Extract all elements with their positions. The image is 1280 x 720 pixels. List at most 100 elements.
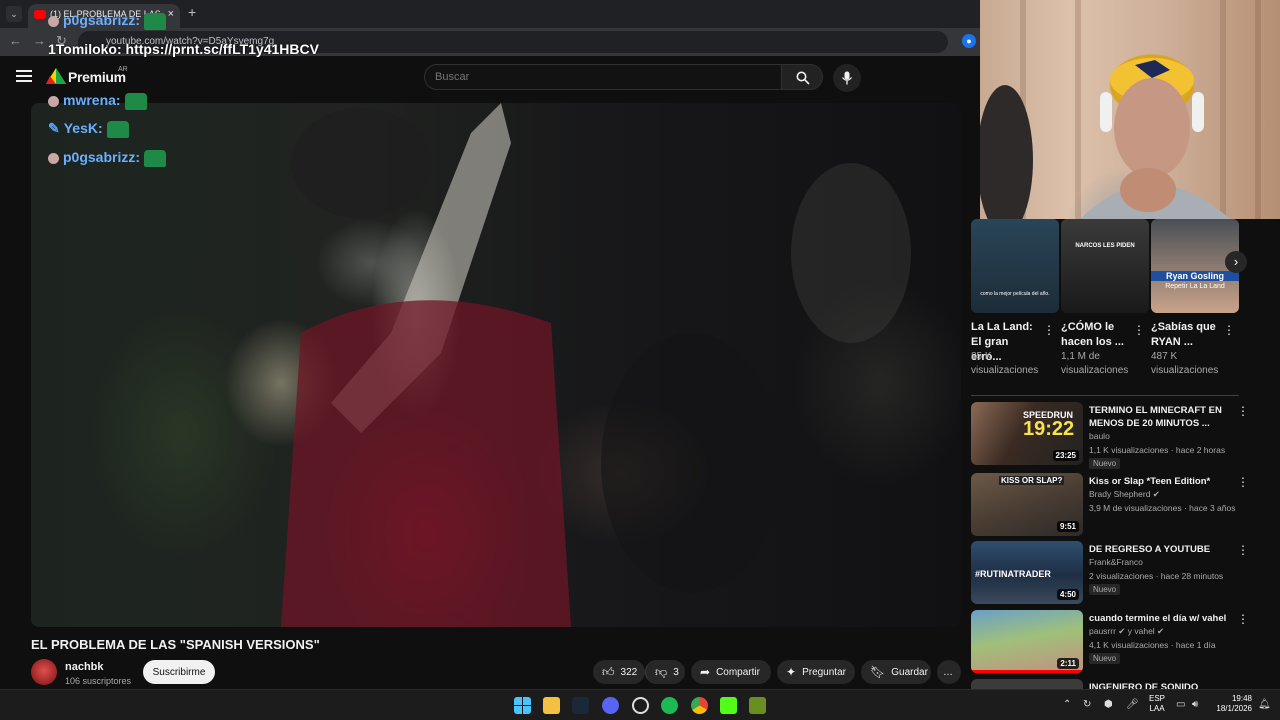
thumbs-up-icon: 👍︎ — [602, 664, 615, 679]
channel-avatar[interactable] — [31, 659, 57, 685]
video-thumbnail[interactable]: KISS OR SLAP? 9:51 — [971, 473, 1083, 536]
chat-avatar-icon — [48, 15, 59, 27]
search-input[interactable] — [424, 64, 782, 90]
menu-icon[interactable] — [16, 70, 32, 82]
dislike-button[interactable]: 👎︎ 3 — [645, 660, 685, 684]
like-count: 322 — [620, 666, 638, 678]
minecraft-icon[interactable] — [749, 697, 766, 714]
video-meta: 2 visualizaciones · hace 28 minutos — [1089, 571, 1224, 581]
language-indicator[interactable]: ESP LAA — [1149, 694, 1165, 714]
youtube-premium-logo-icon[interactable] — [46, 68, 66, 84]
new-badge: Nuevo — [1089, 458, 1121, 469]
search-button[interactable] — [781, 64, 823, 90]
video-thumbnail[interactable]: 2:11 — [971, 610, 1083, 673]
short-more-icon[interactable]: ⋮ — [1133, 323, 1145, 337]
chat-message: ✎ YesK: — [48, 120, 129, 138]
more-options-icon[interactable]: ⋮ — [1237, 404, 1249, 418]
file-explorer-icon[interactable] — [543, 697, 560, 714]
duration-badge: 4:50 — [1056, 589, 1079, 600]
share-icon: ➦ — [700, 665, 711, 679]
video-frame — [281, 103, 911, 627]
spotify-icon[interactable] — [661, 697, 678, 714]
chat-username: YesK: — [63, 120, 103, 136]
video-player[interactable] — [31, 103, 961, 627]
obs-icon[interactable] — [632, 697, 649, 714]
short-thumbnail[interactable]: como la mejor película del año. — [971, 219, 1059, 313]
more-options-icon[interactable]: ⋮ — [1237, 612, 1249, 626]
forward-arrow-icon[interactable]: → — [33, 33, 46, 48]
more-actions-button[interactable]: … — [937, 660, 961, 684]
voice-search-button[interactable] — [833, 64, 861, 92]
security-icon[interactable]: ⬢ — [1104, 699, 1113, 710]
video-thumbnail[interactable] — [971, 679, 1083, 689]
video-thumbnail[interactable]: SPEEDRUN 19:22 23:25 — [971, 402, 1083, 465]
more-options-icon[interactable]: ⋮ — [1237, 475, 1249, 489]
webcam-person — [980, 58, 1230, 219]
short-thumbnail[interactable]: NARCOS LES PIDEN — [1061, 219, 1149, 313]
video-title: INGENIERO DE SONIDO — [1089, 682, 1199, 689]
more-options-icon[interactable]: ⋮ — [1237, 543, 1249, 557]
chat-avatar-icon — [48, 152, 59, 164]
microphone-tray-icon[interactable]: 🎤︎ — [1126, 699, 1139, 710]
chrome-icon[interactable] — [691, 697, 708, 714]
recommended-video[interactable]: SPEEDRUN 19:22 23:25 TERMINO EL MINECRAF… — [971, 402, 1261, 469]
discord-icon[interactable] — [602, 697, 619, 714]
short-caption: NARCOS LES PIDEN — [1075, 243, 1135, 249]
kick-icon[interactable] — [720, 697, 737, 714]
tab-close-icon[interactable]: × — [168, 8, 174, 20]
recommended-video[interactable]: 2:11 cuando termine el día w/ vahel paus… — [971, 610, 1261, 674]
bookmark-icon: 🔖︎ — [870, 665, 886, 679]
new-badge: Nuevo — [1089, 584, 1121, 595]
recommended-video[interactable]: KISS OR SLAP? 9:51 Kiss or Slap *Teen Ed… — [971, 473, 1261, 537]
extension-icon[interactable]: ● — [962, 34, 976, 48]
short-more-icon[interactable]: ⋮ — [1223, 323, 1235, 337]
tab-search-button[interactable]: ⌄ — [6, 6, 22, 22]
ask-button[interactable]: ✦ Preguntar — [777, 660, 855, 684]
language-code: ESP — [1149, 694, 1166, 703]
chat-username: p0gsabrizz: — [63, 12, 141, 28]
chevron-up-icon[interactable]: ⌃ — [1063, 699, 1071, 710]
video-title: cuando termine el día w/ vahel — [1089, 613, 1227, 624]
chat-message: p0gsabrizz: — [48, 12, 167, 30]
sync-icon[interactable]: ↻ — [1083, 699, 1091, 710]
subscriber-count: 106 suscriptores — [65, 676, 132, 686]
chat-message: 1Tomiloko: https://prnt.sc/ffLT1y41HBCV — [48, 41, 319, 57]
recommended-video[interactable]: INGENIERO DE SONIDO — [971, 679, 1261, 689]
sidebar: como la mejor película del año. La La La… — [961, 219, 1280, 689]
channel-name[interactable]: nachbk — [65, 661, 104, 673]
video-thumbnail[interactable]: #RUTINATRADER 4:50 — [971, 541, 1083, 604]
duration-badge: 9:51 — [1056, 521, 1079, 532]
new-tab-button[interactable]: + — [188, 4, 196, 20]
chevron-right-icon[interactable]: › — [1225, 251, 1247, 273]
save-button[interactable]: 🔖︎ Guardar — [861, 660, 931, 684]
short-views: 487 K visualizaciones — [1151, 351, 1219, 376]
channel-name: Brady Shepherd ✔ — [1089, 489, 1160, 499]
chat-text: https://prnt.sc/ffLT1y41HBCV — [125, 41, 319, 57]
chat-message: mwrena: — [48, 92, 147, 110]
sparkle-icon: ✦ — [786, 665, 797, 679]
like-button[interactable]: 👍︎ 322 — [593, 660, 645, 684]
subscribe-button[interactable]: Suscribirme — [143, 660, 215, 684]
clock-time: 19:48 — [1231, 694, 1252, 703]
short-title[interactable]: ¿Sabías que RYAN ... — [1151, 320, 1221, 350]
steam-icon[interactable] — [572, 697, 589, 714]
short-views: 1,1 M de visualizaciones — [1061, 351, 1129, 376]
back-arrow-icon[interactable]: ← — [9, 33, 22, 48]
thumbs-down-icon: 👎︎ — [655, 664, 668, 679]
windows-start-icon[interactable] — [514, 697, 531, 714]
video-title: DE REGRESO A YOUTUBE — [1089, 544, 1211, 555]
short-more-icon[interactable]: ⋮ — [1043, 323, 1055, 337]
share-button[interactable]: ➦ Compartir — [691, 660, 771, 684]
notification-icon[interactable]: 🔔︎ — [1258, 699, 1271, 710]
save-label: Guardar — [891, 666, 928, 678]
clock[interactable]: 19:48 18/1/2026 — [1205, 694, 1252, 714]
short-title[interactable]: ¿CÓMO le hacen los ... — [1061, 320, 1131, 350]
volume-icon[interactable]: 🔊︎ — [1192, 699, 1198, 710]
network-icon[interactable]: ▭ — [1176, 699, 1185, 710]
thumbnail-text: KISS OR SLAP? — [999, 476, 1065, 485]
video-title: Kiss or Slap *Teen Edition* — [1089, 476, 1211, 487]
ask-label: Preguntar — [802, 666, 846, 678]
duration-badge: 2:11 — [1057, 658, 1079, 669]
chat-emote-icon — [124, 92, 147, 110]
recommended-video[interactable]: #RUTINATRADER 4:50 DE REGRESO A YOUTUBE … — [971, 541, 1261, 605]
